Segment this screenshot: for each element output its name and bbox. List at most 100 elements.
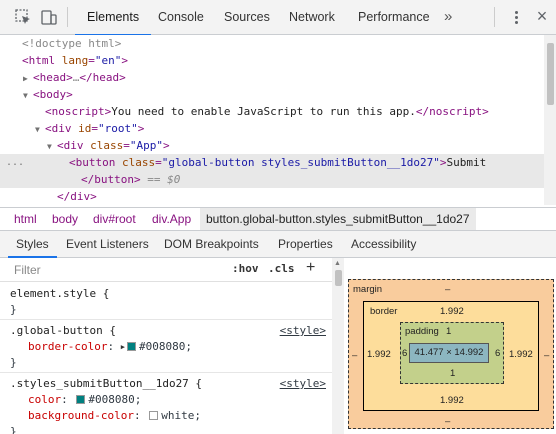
box-model-content[interactable]: 41.477 × 14.992 bbox=[409, 343, 489, 363]
toolbar-divider bbox=[67, 7, 68, 27]
padding-left-value[interactable]: 6 bbox=[402, 348, 407, 359]
tab-dom-breakpoints[interactable]: DOM Breakpoints bbox=[164, 231, 259, 257]
class-toggle[interactable]: .cls bbox=[268, 262, 295, 275]
padding-bottom-value[interactable]: 1 bbox=[450, 368, 455, 379]
hover-state-toggle[interactable]: :hov bbox=[232, 262, 259, 275]
style-declaration[interactable]: border-color: ▶ #008080; bbox=[28, 339, 192, 355]
box-model: margin – – – – border 1.992 1.992 1.992 … bbox=[344, 258, 556, 434]
device-toolbar-icon[interactable] bbox=[39, 7, 59, 27]
styles-filter-input[interactable] bbox=[6, 260, 220, 280]
border-left-value[interactable]: 1.992 bbox=[367, 349, 391, 360]
box-model-padding[interactable]: padding 1 1 6 6 41.477 × 14.992 bbox=[400, 322, 504, 384]
property-name: color bbox=[28, 393, 62, 406]
color-swatch[interactable] bbox=[76, 395, 86, 404]
box-model-border[interactable]: border 1.992 1.992 1.992 1.992 padding 1… bbox=[363, 301, 539, 411]
div-tag-end: > bbox=[163, 139, 170, 152]
color-swatch[interactable] bbox=[149, 411, 159, 420]
breadcrumb-div-root[interactable]: div#root bbox=[93, 208, 136, 230]
breadcrumb-button[interactable]: button.global-button.styles_submitButton… bbox=[200, 208, 476, 230]
class-val: "App" bbox=[129, 139, 163, 152]
class-attr: class bbox=[121, 156, 156, 169]
dom-tree: <!doctype html> <html lang="en"> ▶ <head>… bbox=[0, 35, 544, 205]
more-tabs-button[interactable]: » bbox=[444, 0, 452, 35]
styles-scrollbar[interactable]: ▲ bbox=[332, 258, 344, 434]
border-top-value[interactable]: 1.992 bbox=[440, 306, 464, 317]
tab-event-listeners[interactable]: Event Listeners bbox=[66, 231, 149, 257]
padding-right-value[interactable]: 6 bbox=[495, 348, 500, 359]
doctype-text: <!doctype html> bbox=[22, 37, 122, 50]
breadcrumb-html[interactable]: html bbox=[14, 208, 37, 230]
expand-triangle-icon[interactable]: ▶ bbox=[121, 339, 125, 355]
dom-node-html[interactable]: <html lang="en"> bbox=[0, 52, 544, 69]
semicolon: ; bbox=[185, 340, 192, 353]
dom-node-div-app[interactable]: ▼ <div class="App"> bbox=[0, 137, 544, 154]
tab-sources[interactable]: Sources bbox=[224, 0, 270, 35]
dom-node-body[interactable]: ▼ <body> bbox=[0, 86, 544, 103]
margin-right-value[interactable]: – bbox=[544, 350, 549, 361]
dom-scrollbar-thumb[interactable] bbox=[547, 43, 554, 105]
dom-scrollbar[interactable] bbox=[544, 35, 556, 205]
rule-selector[interactable]: .styles_submitButton__1do27 { bbox=[10, 376, 202, 392]
box-model-margin[interactable]: margin – – – – border 1.992 1.992 1.992 … bbox=[348, 279, 554, 429]
div-tag: <div bbox=[57, 139, 84, 152]
colon: : bbox=[107, 340, 115, 353]
dom-node-div-root[interactable]: ▼ <div id="root"> bbox=[0, 120, 544, 137]
div-tag: <div bbox=[45, 122, 72, 135]
div-tag-end: > bbox=[137, 122, 145, 135]
tab-network[interactable]: Network bbox=[289, 0, 335, 35]
color-swatch[interactable] bbox=[126, 342, 136, 351]
dom-node-noscript[interactable]: <noscript>You need to enable JavaScript … bbox=[0, 103, 544, 120]
margin-left-value[interactable]: – bbox=[352, 350, 357, 361]
dom-node-button-selected[interactable]: ... <button class="global-button styles_… bbox=[0, 154, 544, 188]
styles-scrollbar-thumb[interactable] bbox=[335, 270, 342, 286]
dom-node-doctype[interactable]: <!doctype html> bbox=[0, 35, 544, 52]
noscript-close-tag: </noscript> bbox=[415, 105, 489, 118]
scroll-up-icon[interactable]: ▲ bbox=[334, 260, 341, 267]
border-label: border bbox=[370, 306, 398, 317]
styles-pane: :hov .cls + element.style { } .global-bu… bbox=[0, 258, 332, 434]
style-declaration[interactable]: color: #008080; bbox=[28, 392, 141, 408]
margin-label: margin bbox=[353, 284, 383, 295]
border-bottom-value[interactable]: 1.992 bbox=[440, 395, 464, 406]
padding-top-value[interactable]: 1 bbox=[446, 326, 451, 337]
more-actions-icon[interactable]: ... bbox=[6, 154, 24, 171]
close-icon[interactable]: × bbox=[532, 5, 552, 27]
margin-bottom-value[interactable]: – bbox=[445, 416, 450, 427]
dom-node-head[interactable]: ▶ <head>…</head> bbox=[0, 69, 544, 86]
style-rule-global-button: .global-button { <style> border-color: ▶… bbox=[0, 321, 332, 373]
property-name: background-color bbox=[28, 409, 134, 422]
dom-node-div-close[interactable]: </div> bbox=[0, 188, 544, 205]
styles-filter-bar: :hov .cls + bbox=[0, 258, 332, 282]
collapse-triangle-icon[interactable]: ▼ bbox=[47, 138, 57, 155]
noscript-text: You need to enable JavaScript to run thi… bbox=[111, 105, 416, 118]
tab-accessibility[interactable]: Accessibility bbox=[351, 231, 416, 257]
body-tag: <body> bbox=[33, 88, 73, 101]
breadcrumb-div-app[interactable]: div.App bbox=[152, 208, 191, 230]
rule-selector[interactable]: element.style { bbox=[10, 286, 109, 302]
rule-close: } bbox=[10, 425, 17, 434]
breadcrumb-body[interactable]: body bbox=[52, 208, 78, 230]
kebab-menu-icon[interactable] bbox=[511, 9, 521, 27]
rule-source-link[interactable]: <style> bbox=[280, 376, 326, 392]
margin-top-value[interactable]: – bbox=[445, 284, 450, 295]
tab-elements[interactable]: Elements bbox=[74, 0, 152, 36]
tab-performance[interactable]: Performance bbox=[358, 0, 430, 35]
tab-styles[interactable]: Styles bbox=[8, 231, 57, 258]
rule-selector[interactable]: .global-button { bbox=[10, 323, 116, 339]
rule-source-link[interactable]: <style> bbox=[280, 323, 326, 339]
colon: : bbox=[61, 393, 68, 406]
border-right-value[interactable]: 1.992 bbox=[509, 349, 533, 360]
button-tag: <button bbox=[69, 156, 116, 169]
div-close-tag: </div> bbox=[57, 190, 97, 203]
selected-marker: == $0 bbox=[147, 173, 181, 186]
inspect-element-icon[interactable] bbox=[13, 7, 33, 27]
collapse-triangle-icon[interactable]: ▼ bbox=[35, 121, 45, 138]
new-style-rule-button[interactable]: + bbox=[306, 259, 315, 277]
lang-val: "en" bbox=[94, 54, 122, 67]
collapse-triangle-icon[interactable]: ▼ bbox=[23, 87, 33, 104]
property-value: #008080 bbox=[138, 340, 186, 353]
expand-triangle-icon[interactable]: ▶ bbox=[23, 70, 33, 87]
tab-console[interactable]: Console bbox=[158, 0, 204, 35]
style-declaration[interactable]: background-color: white; bbox=[28, 408, 201, 424]
tab-properties[interactable]: Properties bbox=[278, 231, 333, 257]
